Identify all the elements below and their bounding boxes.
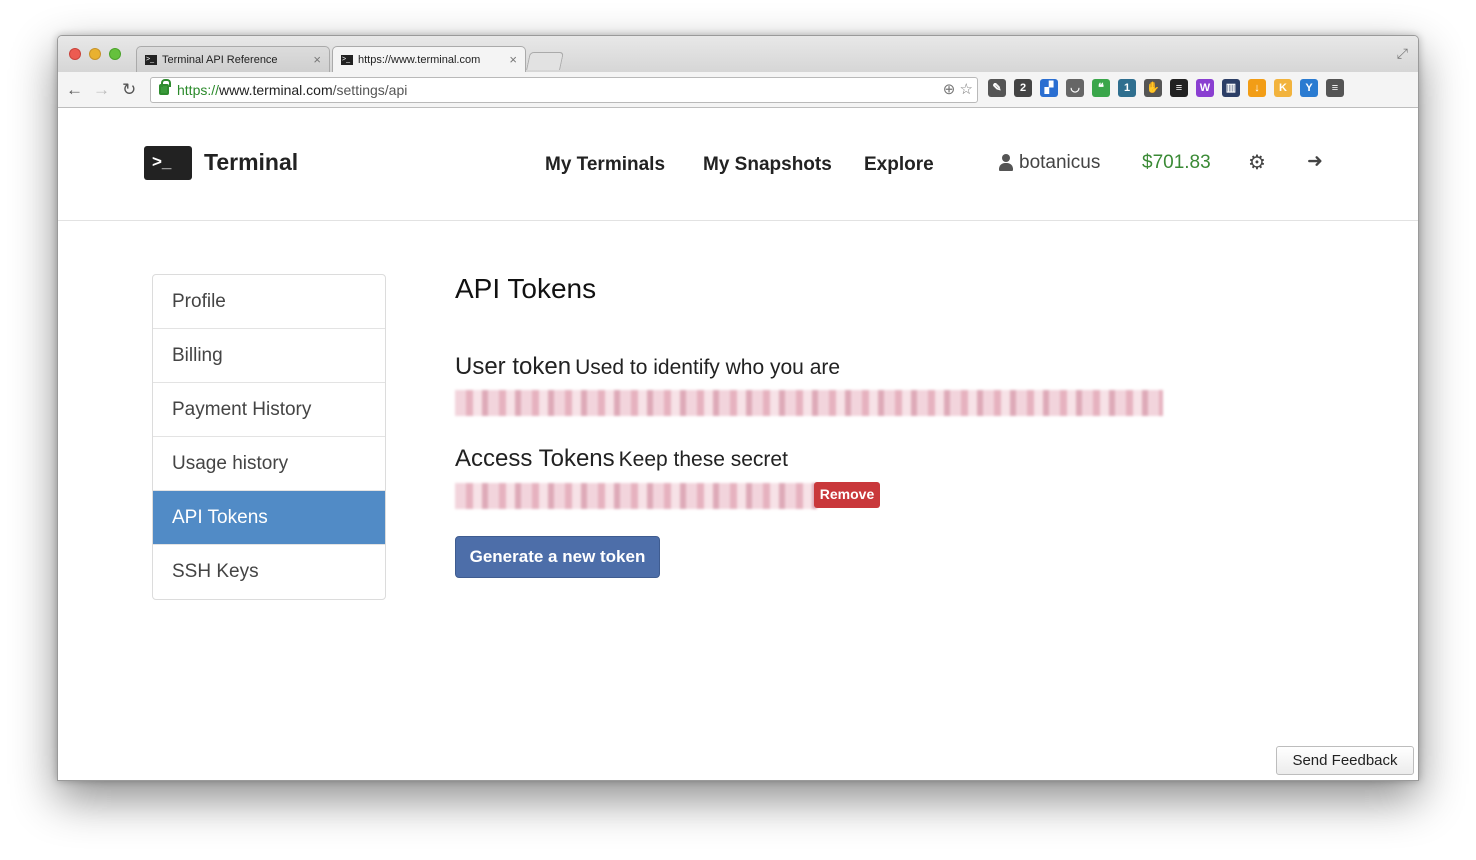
reload-button[interactable]: ↻ <box>122 80 136 100</box>
forward-button[interactable]: → <box>93 80 110 100</box>
w-icon[interactable]: W <box>1196 79 1214 97</box>
sidebar-item-payment-history[interactable]: Payment History <box>153 383 385 437</box>
terminal-favicon-icon: >_ <box>145 54 157 65</box>
hangouts-icon[interactable]: ❝ <box>1092 79 1110 97</box>
settings-sidebar: Profile Billing Payment History Usage hi… <box>152 274 386 600</box>
page-title: API Tokens <box>455 273 597 304</box>
user-icon <box>998 154 1014 172</box>
sidebar-item-billing[interactable]: Billing <box>153 329 385 383</box>
lock-icon <box>159 79 171 95</box>
settings-gears-icon[interactable]: ⚙ <box>1248 150 1266 175</box>
window-close-button[interactable] <box>69 48 81 60</box>
sidebar-item-profile[interactable]: Profile <box>153 275 385 329</box>
username-link[interactable]: botanicus <box>1019 152 1100 174</box>
generate-token-button[interactable]: Generate a new token <box>455 536 660 578</box>
terminal-logo-icon[interactable]: >_ <box>144 146 192 180</box>
download-icon[interactable]: ↓ <box>1248 79 1266 97</box>
logo-text[interactable]: Terminal <box>204 149 298 176</box>
send-feedback-button[interactable]: Send Feedback <box>1276 746 1414 775</box>
page: >_ Terminal My Terminals My Snapshots Ex… <box>58 108 1418 780</box>
user-token-value-redacted <box>455 390 1163 416</box>
extension-icons: ✎ 2 ▞ ◡ ❝ 1 ✋ ≡ W ▥ ↓ K Y ≡ <box>988 79 1344 97</box>
access-tokens-heading: Access Tokens Keep these secret <box>455 445 788 473</box>
buffer-icon[interactable]: ≡ <box>1170 79 1188 97</box>
pocket-icon[interactable]: ◡ <box>1066 79 1084 97</box>
user-token-subtitle: Used to identify who you are <box>575 356 841 379</box>
browser-window: >_ Terminal API Reference × >_ https://w… <box>57 35 1419 781</box>
tab-close-icon[interactable]: × <box>313 52 321 67</box>
url-scheme: https:// <box>177 82 220 98</box>
nav-my-snapshots[interactable]: My Snapshots <box>703 154 832 176</box>
balance-link[interactable]: $701.83 <box>1142 152 1211 174</box>
user-token-title: User token <box>455 353 572 380</box>
tab-close-icon[interactable]: × <box>509 52 517 67</box>
rss-icon[interactable]: 1 <box>1118 79 1136 97</box>
tab-title: Terminal API Reference <box>162 53 278 66</box>
window-minimize-button[interactable] <box>89 48 101 60</box>
zoom-icon[interactable]: ⊕ <box>943 81 956 98</box>
access-tokens-subtitle: Keep these secret <box>618 448 788 471</box>
access-token-value-redacted <box>455 483 817 509</box>
sidebar-item-api-tokens[interactable]: API Tokens <box>153 491 385 545</box>
user-token-heading: User token Used to identify who you are <box>455 353 840 381</box>
omnibox-icons: ⊕ ☆ <box>943 78 973 102</box>
address-bar[interactable]: https://www.terminal.com/settings/api ⊕ … <box>150 77 978 103</box>
menu-icon[interactable]: ≡ <box>1326 79 1344 97</box>
k-icon[interactable]: K <box>1274 79 1292 97</box>
url-host: www.terminal.com <box>219 82 333 98</box>
url-path: /settings/api <box>332 82 408 98</box>
back-button[interactable]: ← <box>66 80 83 100</box>
access-tokens-title: Access Tokens <box>455 445 615 472</box>
tab-title: https://www.terminal.com <box>358 53 481 66</box>
terminal-favicon-icon: >_ <box>341 54 353 65</box>
bookmark-star-icon[interactable]: ☆ <box>960 81 973 98</box>
nav-explore[interactable]: Explore <box>864 154 934 176</box>
sidebar-item-usage-history[interactable]: Usage history <box>153 437 385 491</box>
site-header: >_ Terminal My Terminals My Snapshots Ex… <box>58 108 1418 221</box>
sidebar-item-ssh-keys[interactable]: SSH Keys <box>153 545 385 599</box>
window-maximize-button[interactable] <box>109 48 121 60</box>
wrench-icon[interactable]: ✎ <box>988 79 1006 97</box>
nav-my-terminals[interactable]: My Terminals <box>545 154 665 176</box>
browser-toolbar: ← → ↻ https://www.terminal.com/settings/… <box>58 72 1418 108</box>
evernote-icon[interactable]: ✋ <box>1144 79 1162 97</box>
fullscreen-icon[interactable]: ⤢ <box>1397 45 1408 62</box>
tab-strip: >_ Terminal API Reference × >_ https://w… <box>58 36 1418 72</box>
sign-out-icon[interactable]: ➜ <box>1307 150 1323 173</box>
books-icon[interactable]: ▥ <box>1222 79 1240 97</box>
remove-token-button[interactable]: Remove <box>814 482 880 508</box>
tab-terminal-settings[interactable]: >_ https://www.terminal.com × <box>332 46 526 72</box>
new-tab-button[interactable] <box>526 52 564 70</box>
tab-terminal-api-reference[interactable]: >_ Terminal API Reference × <box>136 46 330 72</box>
notes-icon[interactable]: 2 <box>1014 79 1032 97</box>
delicious-icon[interactable]: ▞ <box>1040 79 1058 97</box>
vpn-icon[interactable]: Y <box>1300 79 1318 97</box>
